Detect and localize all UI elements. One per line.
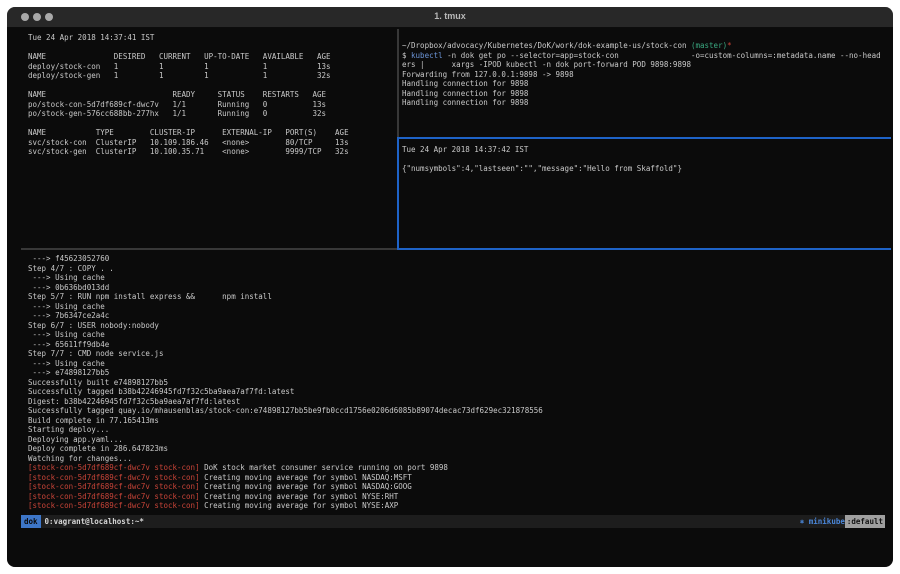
active-pane-border-bottom <box>397 248 891 250</box>
pane-divider-vertical[interactable] <box>397 29 399 139</box>
window-title: 1. tmux <box>7 11 893 21</box>
active-pane-border-left <box>397 137 399 250</box>
kubernetes-context-indicator: ⎈ minikube <box>800 515 845 528</box>
pod-log-message: Creating moving average for symbol NYSE:… <box>200 492 399 501</box>
pod-log-message: Creating moving average for symbol NASDA… <box>200 473 412 482</box>
pod-log-prefix: [stock-con-5d7df689cf-dwc7v stock-con] <box>28 482 200 491</box>
pane-build-log[interactable]: ---> f45623052760 Step 4/7 : COPY . . --… <box>28 254 543 511</box>
port-forward-output: ers | xargs -IPOD kubectl -n dok port-fo… <box>402 60 881 108</box>
build-log-output: ---> f45623052760 Step 4/7 : COPY . . --… <box>28 254 543 463</box>
cwd-path: ~/Dropbox/advocacy/Kubernetes/DoK/work/d… <box>402 41 691 50</box>
active-pane-border-top <box>397 137 891 139</box>
kubernetes-helm-icon: ⎈ <box>800 517 809 526</box>
tmux-window-list-item[interactable]: 0:vagrant@localhost:~* <box>41 515 144 528</box>
prompt-symbol: $ <box>402 51 411 60</box>
tmux-status-bar: dok 0:vagrant@localhost:~* ⎈ minikube :d… <box>21 515 885 528</box>
terminal-window: 1. tmux Tue 24 Apr 2018 14:37:41 IST NAM… <box>7 7 893 567</box>
pod-log-prefix: [stock-con-5d7df689cf-dwc7v stock-con] <box>28 463 200 472</box>
desktop-background: 1. tmux Tue 24 Apr 2018 14:37:41 IST NAM… <box>0 0 900 574</box>
pod-log-prefix: [stock-con-5d7df689cf-dwc7v stock-con] <box>28 492 200 501</box>
pane-skaffold-status[interactable]: Tue 24 Apr 2018 14:37:42 IST {"numsymbol… <box>402 145 682 174</box>
command-arguments: -n dok get po --selector=app=stock-con -… <box>443 51 881 60</box>
pod-log-message: Creating moving average for symbol NYSE:… <box>200 501 399 510</box>
terminal-content: Tue 24 Apr 2018 14:37:41 IST NAME DESIRE… <box>7 28 893 567</box>
pod-log-line: [stock-con-5d7df689cf-dwc7v stock-con] C… <box>28 501 543 511</box>
tmux-session-name[interactable]: dok <box>21 515 41 528</box>
pod-log-line: [stock-con-5d7df689cf-dwc7v stock-con] D… <box>28 463 543 473</box>
shell-command-line: $ kubectl -n dok get po --selector=app=s… <box>402 51 881 61</box>
pod-log-message: DoK stock market consumer service runnin… <box>200 463 448 472</box>
pane-port-forward[interactable]: ~/Dropbox/advocacy/Kubernetes/DoK/work/d… <box>402 41 881 108</box>
shell-prompt-line: ~/Dropbox/advocacy/Kubernetes/DoK/work/d… <box>402 41 881 51</box>
git-branch-label: (master) <box>691 41 727 50</box>
kubernetes-context-name: minikube <box>809 517 845 526</box>
command-name: kubectl <box>411 51 443 60</box>
pod-log-line: [stock-con-5d7df689cf-dwc7v stock-con] C… <box>28 492 543 502</box>
git-dirty-marker: * <box>727 41 732 50</box>
pod-log-prefix: [stock-con-5d7df689cf-dwc7v stock-con] <box>28 501 200 510</box>
pod-log-line: [stock-con-5d7df689cf-dwc7v stock-con] C… <box>28 473 543 483</box>
kubernetes-namespace: :default <box>845 515 885 528</box>
pod-log-prefix: [stock-con-5d7df689cf-dwc7v stock-con] <box>28 473 200 482</box>
pane-divider-horizontal[interactable] <box>21 248 397 250</box>
pod-log-line: [stock-con-5d7df689cf-dwc7v stock-con] C… <box>28 482 543 492</box>
window-titlebar[interactable]: 1. tmux <box>7 7 893 28</box>
pod-log-message: Creating moving average for symbol NASDA… <box>200 482 412 491</box>
pane-kubectl-watch[interactable]: Tue 24 Apr 2018 14:37:41 IST NAME DESIRE… <box>28 33 349 157</box>
